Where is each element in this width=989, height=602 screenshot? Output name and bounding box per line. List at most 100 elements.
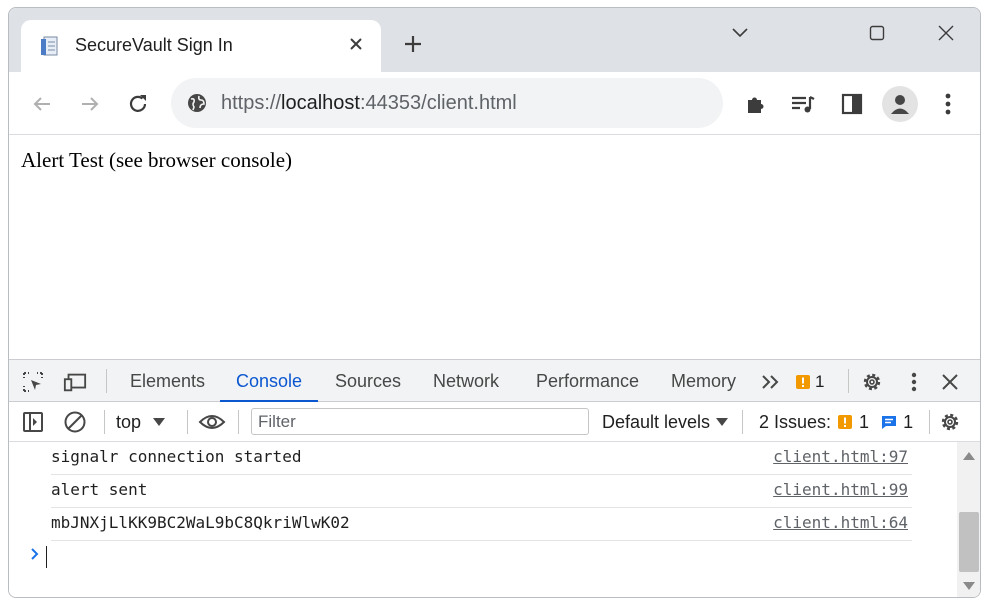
divider xyxy=(104,410,105,434)
gear-icon xyxy=(863,373,881,391)
warning-count-button[interactable]: 1 xyxy=(795,370,824,394)
reload-icon xyxy=(129,95,147,112)
tab-sources[interactable]: Sources xyxy=(335,360,401,402)
scroll-down-arrow-icon[interactable] xyxy=(963,582,975,592)
gear-icon xyxy=(941,413,959,431)
more-tabs-button[interactable] xyxy=(759,370,783,394)
page-content: Alert Test (see browser console) xyxy=(9,135,980,359)
chevron-down-icon xyxy=(732,28,748,38)
avatar-icon xyxy=(891,95,909,114)
console-source-link[interactable]: client.html:99 xyxy=(773,480,908,499)
issues-warning-count: 1 xyxy=(859,411,870,432)
log-levels-dropdown[interactable]: Default levels xyxy=(602,410,729,434)
console-source-link[interactable]: client.html:64 xyxy=(773,513,908,532)
url-text[interactable]: https://localhost:44353/client.html xyxy=(221,92,517,115)
close-icon[interactable] xyxy=(345,33,367,55)
profile-avatar-button[interactable] xyxy=(882,86,918,122)
menu-button[interactable] xyxy=(934,90,962,118)
issues-label: 2 Issues: xyxy=(759,411,832,432)
close-icon xyxy=(938,25,954,41)
media-controls-button[interactable] xyxy=(789,90,817,118)
new-tab-plus-icon[interactable] xyxy=(402,33,424,55)
divider xyxy=(848,369,849,393)
devtools-menu-button[interactable] xyxy=(902,370,926,394)
tab-performance[interactable]: Performance xyxy=(536,360,639,402)
side-panel-button[interactable] xyxy=(838,90,866,118)
back-button[interactable] xyxy=(27,89,57,119)
scrollbar-thumb[interactable] xyxy=(959,512,979,572)
browser-toolbar: https://localhost:44353/client.html xyxy=(9,72,980,135)
scroll-up-arrow-icon[interactable] xyxy=(963,450,975,460)
show-sidebar-button[interactable] xyxy=(21,410,45,434)
extensions-button[interactable] xyxy=(742,90,770,118)
page-icon xyxy=(41,36,58,56)
warning-icon xyxy=(838,415,853,429)
console-scrollbar[interactable] xyxy=(957,442,980,597)
chevron-double-right-icon xyxy=(762,375,779,389)
info-message-icon xyxy=(882,416,897,429)
kebab-menu-icon xyxy=(945,93,951,115)
filter-input[interactable] xyxy=(251,408,589,435)
console-source-link[interactable]: client.html:97 xyxy=(773,447,908,466)
console-message: alert sent client.html:99 xyxy=(51,475,912,508)
live-expression-button[interactable] xyxy=(198,410,226,434)
context-select-value: top xyxy=(116,411,142,432)
caret-down-icon xyxy=(716,418,729,426)
chevron-right-icon xyxy=(31,548,39,560)
devtools-settings-button[interactable] xyxy=(860,370,884,394)
log-levels-label: Default levels xyxy=(602,411,711,432)
maximize-button[interactable] xyxy=(855,18,899,48)
issues-button[interactable]: 2 Issues: 1 1 xyxy=(759,410,913,434)
puzzle-icon xyxy=(748,97,764,113)
page-heading: Alert Test (see browser console) xyxy=(21,148,293,172)
eye-icon xyxy=(198,415,226,429)
tab-title: SecureVault Sign In xyxy=(75,35,233,55)
warning-icon xyxy=(796,375,810,389)
clear-icon xyxy=(64,411,86,433)
tab-console[interactable]: Console xyxy=(219,360,319,402)
url-host: localhost xyxy=(281,92,360,114)
devtools-tab-bar: Elements Console Sources Network Perform… xyxy=(9,360,980,402)
tab-memory[interactable]: Memory xyxy=(671,360,736,402)
divider xyxy=(187,410,188,434)
reload-button[interactable] xyxy=(123,89,153,119)
close-icon xyxy=(942,374,958,390)
console-message: mbJNXjLlKK9BC2WaL9bC8QkriWlwK02 client.h… xyxy=(51,508,912,541)
context-select[interactable]: top xyxy=(116,410,166,434)
console-message-text: alert sent xyxy=(51,480,148,499)
browser-window: SecureVault Sign In https://localhost:44… xyxy=(8,7,981,598)
kebab-menu-icon xyxy=(911,372,917,392)
tab-elements[interactable]: Elements xyxy=(130,360,205,402)
globe-icon[interactable] xyxy=(186,92,208,114)
address-bar[interactable]: https://localhost:44353/client.html xyxy=(171,78,723,128)
devtools-close-button[interactable] xyxy=(938,370,962,394)
divider xyxy=(238,410,239,434)
arrow-right-icon xyxy=(82,97,99,111)
console-message-text: mbJNXjLlKK9BC2WaL9bC8QkriWlwK02 xyxy=(51,513,350,532)
browser-tab[interactable]: SecureVault Sign In xyxy=(21,20,381,72)
close-window-button[interactable] xyxy=(924,18,968,48)
maximize-icon xyxy=(869,25,885,41)
inspect-element-button[interactable] xyxy=(21,370,45,394)
console-prompt-input[interactable] xyxy=(46,546,47,568)
devtools-panel: Elements Console Sources Network Perform… xyxy=(9,359,980,597)
tab-strip: SecureVault Sign In xyxy=(9,8,980,72)
device-toolbar-button[interactable] xyxy=(63,370,87,394)
console-output: signalr connection started client.html:9… xyxy=(9,442,954,597)
divider xyxy=(929,410,930,434)
warning-count: 1 xyxy=(815,372,825,391)
tab-search-button[interactable] xyxy=(718,18,762,48)
divider xyxy=(742,410,743,434)
console-toolbar: top Default levels 2 Issues: 1 1 xyxy=(9,402,980,442)
divider xyxy=(106,369,107,393)
console-message-text: signalr connection started xyxy=(51,447,302,466)
caret-down-icon xyxy=(153,418,166,426)
device-icon xyxy=(63,373,87,392)
sidebar-toggle-icon xyxy=(23,412,43,432)
url-path: :44353/client.html xyxy=(359,92,517,114)
clear-console-button[interactable] xyxy=(63,410,87,434)
side-panel-icon xyxy=(841,93,863,115)
forward-button[interactable] xyxy=(75,89,105,119)
tab-network[interactable]: Network xyxy=(433,360,499,402)
console-settings-button[interactable] xyxy=(938,410,962,434)
